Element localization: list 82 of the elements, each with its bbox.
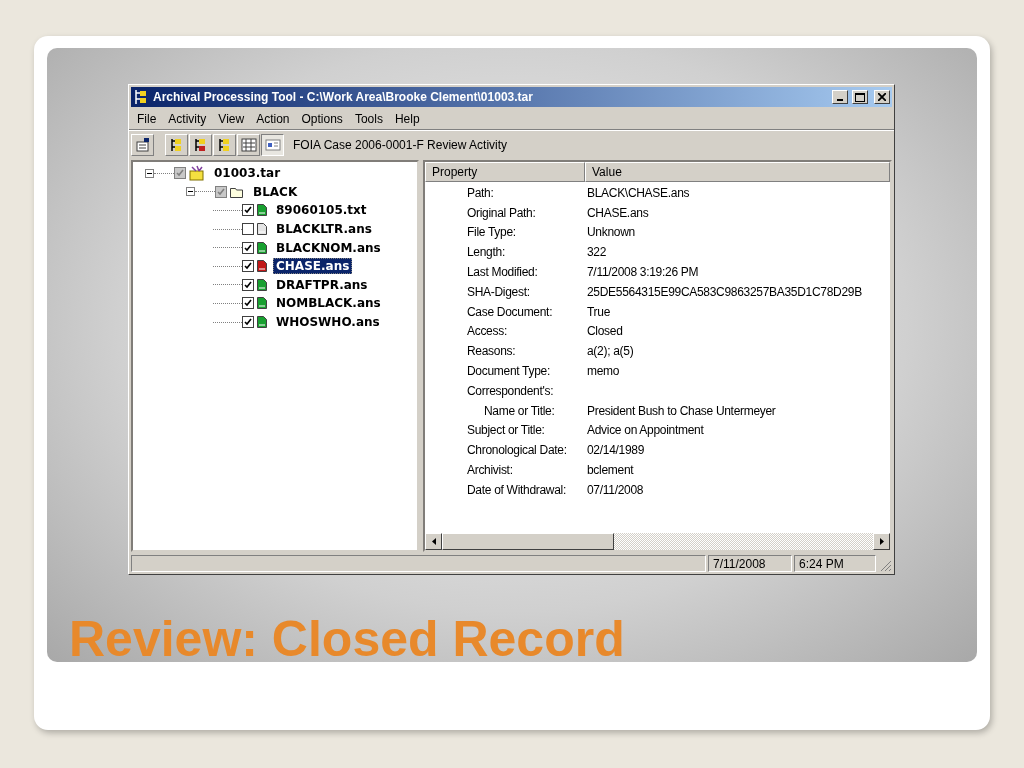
archive-icon xyxy=(189,165,205,182)
tree-item[interactable]: WHOSWHO.ans xyxy=(273,314,383,331)
menu-item[interactable]: Tools xyxy=(348,112,389,126)
property-name: Path: xyxy=(467,185,495,200)
property-value: bclement xyxy=(587,463,634,478)
tree-item[interactable]: 01003.tar xyxy=(211,165,284,182)
checkbox[interactable] xyxy=(242,260,254,273)
property-name: SHA-Digest: xyxy=(467,284,531,299)
property-name: Original Path: xyxy=(467,205,537,220)
horizontal-scrollbar[interactable] xyxy=(425,533,890,550)
form-icon xyxy=(264,137,281,153)
property-name: Name or Title: xyxy=(484,403,556,418)
property-value: a(2); a(5) xyxy=(587,344,634,359)
property-name: Correspondent's: xyxy=(467,383,555,398)
tree-item[interactable]: CHASE.ans xyxy=(273,258,353,275)
menu-item[interactable]: Options xyxy=(295,112,349,126)
property-value: President Bush to Chase Untermeyer xyxy=(587,403,776,418)
property-name: Length: xyxy=(467,245,506,260)
property-value: 25DE5564315E99CA583C9863257BA35D1C78D29B xyxy=(587,284,862,299)
collapse-icon[interactable] xyxy=(186,187,195,197)
status-date: 7/11/2008 xyxy=(708,555,792,572)
scroll-thumb[interactable] xyxy=(442,533,614,550)
resize-grip-icon[interactable] xyxy=(878,558,892,572)
property-value: 322 xyxy=(587,245,607,260)
menu-item[interactable]: Help xyxy=(388,112,426,126)
tree-item[interactable]: 89060105.txt xyxy=(273,202,370,219)
tree-item[interactable]: BLACK xyxy=(250,183,301,200)
maximize-icon xyxy=(855,92,865,102)
close-button[interactable] xyxy=(874,90,890,104)
property-value: memo xyxy=(587,364,620,379)
tree-item[interactable]: BLACKNOM.ans xyxy=(273,239,384,256)
scroll-left-button[interactable] xyxy=(425,533,442,550)
column-header[interactable]: Property xyxy=(425,162,585,182)
property-name: Chronological Date: xyxy=(467,443,568,458)
property-name: Reasons: xyxy=(467,344,517,359)
properties-icon xyxy=(134,137,151,153)
slide-title: Review: Closed Record xyxy=(69,610,626,668)
property-name: Archivist: xyxy=(467,463,514,478)
left-arrow-icon xyxy=(431,538,436,545)
collapse-icon[interactable] xyxy=(145,168,154,178)
right-arrow-icon xyxy=(879,538,884,545)
scroll-right-button[interactable] xyxy=(873,533,890,550)
window-title: Archival Processing Tool - C:\Work Area\Brooke Clement\01003.tar xyxy=(153,90,534,104)
app-icon xyxy=(133,89,149,105)
checkbox[interactable] xyxy=(242,297,254,310)
folder-icon xyxy=(230,185,244,198)
checkbox[interactable] xyxy=(242,204,254,217)
property-value: Closed xyxy=(587,324,623,339)
property-name: Last Modified: xyxy=(467,265,539,280)
property-value: CHASE.ans xyxy=(587,205,649,220)
property-value: True xyxy=(587,304,611,319)
menu-item[interactable]: View xyxy=(212,112,251,126)
close-icon xyxy=(878,93,886,101)
menu-item[interactable]: Activity xyxy=(162,112,213,126)
checkbox[interactable] xyxy=(242,316,254,329)
property-name: Subject or Title: xyxy=(467,423,546,438)
tree-item[interactable]: DRAFTPR.ans xyxy=(273,276,371,293)
property-name: Access: xyxy=(467,324,508,339)
checkbox[interactable] xyxy=(174,167,186,180)
property-name: Case Document: xyxy=(467,304,554,319)
property-value: Advice on Appointment xyxy=(587,423,704,438)
tree-item[interactable]: NOMBLACK.ans xyxy=(273,295,384,312)
checkbox[interactable] xyxy=(215,185,227,198)
property-name: Date of Withdrawal: xyxy=(467,482,567,497)
case-caption: FOIA Case 2006-0001-F Review Activity xyxy=(293,138,508,152)
property-name: File Type: xyxy=(467,225,517,240)
property-value: Unknown xyxy=(587,225,635,240)
property-value: 07/11/2008 xyxy=(587,482,644,497)
property-value: 7/11/2008 3:19:26 PM xyxy=(587,265,699,280)
menu-item[interactable]: File xyxy=(131,112,163,126)
checkbox[interactable] xyxy=(242,278,254,291)
tree-item[interactable]: BLACKLTR.ans xyxy=(273,221,375,238)
column-header[interactable]: Value xyxy=(585,162,890,182)
status-time: 6:24 PM xyxy=(794,555,876,572)
maximize-button[interactable] xyxy=(852,90,868,104)
property-value: BLACK\CHASE.ans xyxy=(587,185,690,200)
property-name: Document Type: xyxy=(467,364,551,379)
property-value: 02/14/1989 xyxy=(587,443,645,458)
checkbox[interactable] xyxy=(242,241,254,254)
checkbox[interactable] xyxy=(242,223,254,236)
menu-item[interactable]: Action xyxy=(250,112,296,126)
minimize-button[interactable] xyxy=(832,90,848,104)
